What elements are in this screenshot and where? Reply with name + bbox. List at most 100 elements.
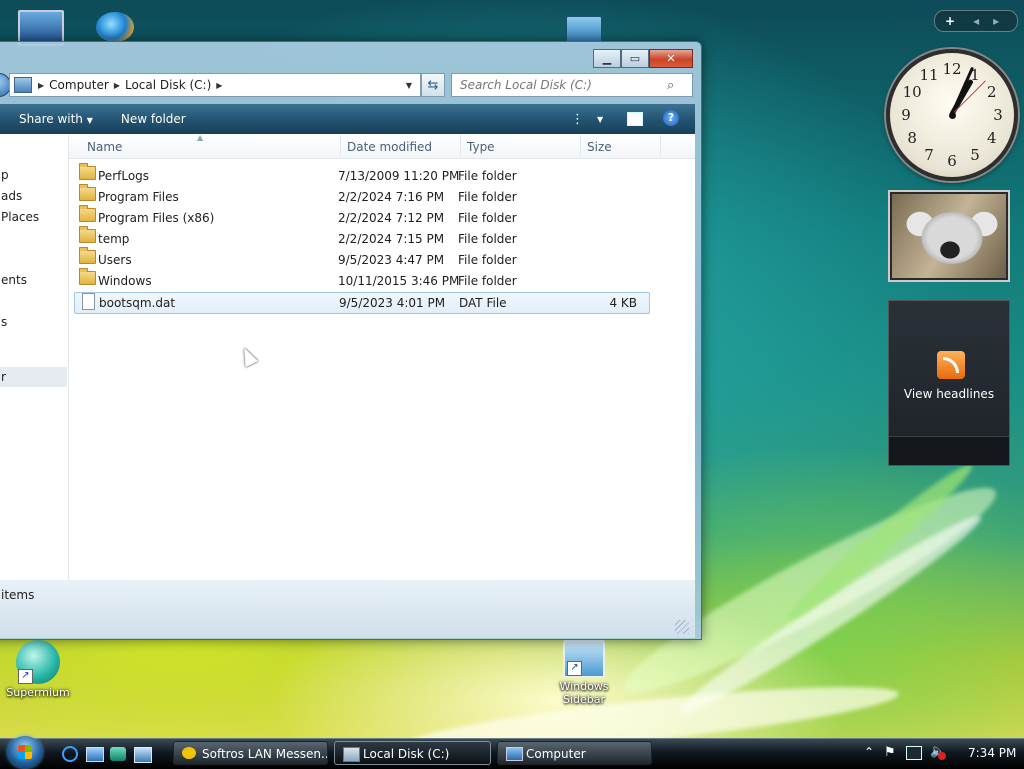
taskbar-item-label: Computer [526, 747, 586, 761]
clock-numeral: 7 [924, 145, 934, 164]
breadcrumb-computer[interactable]: Computer [44, 78, 114, 92]
windows-logo-icon [18, 745, 32, 759]
taskbar-item-softros[interactable]: Softros LAN Messen... [173, 741, 328, 765]
network-icon[interactable] [906, 746, 922, 760]
feed-footer [889, 436, 1009, 465]
softros-messenger-icon [182, 747, 196, 759]
supermium-desktop-icon[interactable]: ↗ Supermium [6, 640, 70, 699]
file-type: File folder [458, 253, 517, 267]
show-desktop-icon[interactable] [86, 747, 104, 762]
switch-windows-icon[interactable] [134, 747, 152, 763]
nav-item[interactable]: s [1, 315, 7, 329]
previous-gadget-button[interactable]: ◂ [973, 14, 979, 28]
file-row[interactable]: Program Files (x86) 2/2/2024 7:12 PM File … [74, 205, 648, 228]
taskbar-item-label: Local Disk (C:) [363, 747, 450, 761]
share-with-label: Share with [19, 112, 83, 126]
dropdown-arrow-icon: ▼ [86, 116, 93, 125]
quick-launch [60, 744, 160, 764]
file-name: bootsqm.dat [99, 296, 176, 310]
taskbar-item-computer[interactable]: Computer [497, 741, 652, 765]
file-icon [82, 293, 95, 310]
clock-gadget[interactable]: 12 1 2 3 4 5 6 7 8 9 10 11 [886, 49, 1018, 181]
file-date: 10/11/2015 3:46 PM [338, 274, 460, 288]
help-icon[interactable]: ? [663, 110, 679, 126]
file-row[interactable]: temp 2/2/2024 7:15 PM File folder [74, 226, 648, 249]
nav-item-selected[interactable] [0, 367, 67, 387]
resize-grip-icon[interactable] [675, 620, 689, 634]
address-bar[interactable]: ▶ Computer ▶ Local Disk (C:) ▶ ▼ [9, 73, 421, 97]
folder-icon [79, 205, 96, 222]
slideshow-gadget[interactable] [888, 190, 1010, 282]
calculator-icon[interactable] [566, 16, 602, 44]
taskbar-item-local-disk[interactable]: Local Disk (C:) [334, 741, 491, 765]
clock-numeral: 2 [987, 83, 997, 101]
file-type: File folder [458, 232, 517, 246]
sort-arrow-icon: ▲ [197, 133, 204, 142]
file-row[interactable]: Users 9/5/2023 4:47 PM File folder [74, 247, 648, 270]
file-row[interactable]: PerfLogs 7/13/2009 11:20 PM File folder [74, 163, 648, 186]
new-folder-button[interactable]: New folder [107, 112, 200, 126]
refresh-button[interactable]: ⇆ [421, 73, 445, 97]
view-headlines-link[interactable]: View headlines [889, 387, 1009, 401]
close-button[interactable]: ✕ [649, 49, 693, 68]
file-name: temp [98, 232, 130, 246]
nav-item[interactable]: p [1, 168, 9, 182]
address-dropdown-icon[interactable]: ▼ [406, 81, 412, 90]
file-type: DAT File [459, 296, 507, 310]
column-headers: Name ▲ Date modified Type Size [69, 133, 695, 159]
nav-item[interactable]: Places [1, 210, 39, 224]
messenger-icon[interactable] [110, 747, 126, 761]
local-disk-icon [343, 747, 360, 762]
maximize-button[interactable]: ▭ [621, 49, 649, 68]
clock-numeral: 5 [970, 145, 980, 164]
minimize-button[interactable]: ▁ [593, 49, 621, 68]
column-date-modified[interactable]: Date modified [341, 134, 461, 158]
file-date: 2/2/2024 7:12 PM [338, 211, 445, 225]
show-hidden-icons-icon[interactable]: ⌃ [864, 745, 874, 759]
clock-numeral: 1 [970, 66, 980, 85]
preview-pane-icon[interactable] [627, 112, 643, 126]
windows-sidebar-desktop-icon[interactable]: ↗ Windows Sidebar [552, 640, 616, 706]
folder-icon [79, 247, 96, 264]
nav-item[interactable]: ents [1, 273, 27, 287]
file-row[interactable]: Windows 10/11/2015 3:46 PM File folder [74, 268, 648, 291]
clock-numeral: 9 [901, 106, 911, 124]
shortcut-arrow-icon: ↗ [18, 669, 33, 684]
add-gadget-button[interactable]: + [945, 14, 955, 28]
breadcrumb-local-disk[interactable]: Local Disk (C:) [120, 78, 216, 92]
file-row[interactable]: bootsqm.dat 9/5/2023 4:01 PM DAT File 4 KB [74, 292, 650, 314]
navigation-pane: p ads Places ents s r [0, 134, 69, 580]
mouse-cursor-icon [237, 344, 259, 368]
file-name: PerfLogs [98, 169, 150, 183]
explorer-window: ▁ ▭ ✕ ▶ Computer ▶ Local Disk (C:) ▶ ▼ ⇆… [0, 41, 702, 640]
column-size[interactable]: Size [581, 134, 661, 158]
folder-icon [79, 226, 96, 243]
view-dropdown-icon[interactable]: ▼ [597, 115, 603, 124]
internet-explorer-icon[interactable] [62, 746, 78, 762]
next-gadget-button[interactable]: ▸ [993, 14, 999, 28]
nav-item[interactable]: ads [1, 189, 22, 203]
share-with-button[interactable]: Share with ▼ [0, 112, 107, 126]
refresh-icon: ⇆ [427, 77, 439, 93]
search-icon[interactable]: ⌕ [667, 78, 674, 93]
computer-location-icon [14, 77, 32, 93]
content-area: p ads Places ents s r Name ▲ Date modifie… [0, 133, 695, 580]
start-button[interactable] [8, 736, 42, 768]
nav-item[interactable]: r [1, 370, 6, 384]
file-type: File folder [458, 211, 517, 225]
browser-icon[interactable] [96, 12, 134, 42]
action-center-flag-icon[interactable]: ⚑ [884, 745, 896, 760]
taskbar-item-label: Softros LAN Messen... [202, 747, 328, 761]
taskbar-clock[interactable]: 7:34 PM [968, 746, 1016, 760]
feed-headlines-gadget[interactable]: View headlines [888, 300, 1010, 466]
file-date: 9/5/2023 4:47 PM [338, 253, 445, 267]
file-name: Users [98, 253, 132, 267]
command-bar: Share with ▼ New folder ⋮ ▼ ? [0, 104, 695, 134]
view-options-icon[interactable]: ⋮ [571, 112, 584, 127]
folder-icon [79, 268, 96, 285]
search-input[interactable] [458, 77, 667, 93]
file-row[interactable]: Program Files 2/2/2024 7:16 PM File folder [74, 184, 648, 207]
file-type: File folder [458, 190, 517, 204]
column-type[interactable]: Type [461, 134, 581, 158]
column-name[interactable]: Name ▲ [69, 133, 341, 158]
